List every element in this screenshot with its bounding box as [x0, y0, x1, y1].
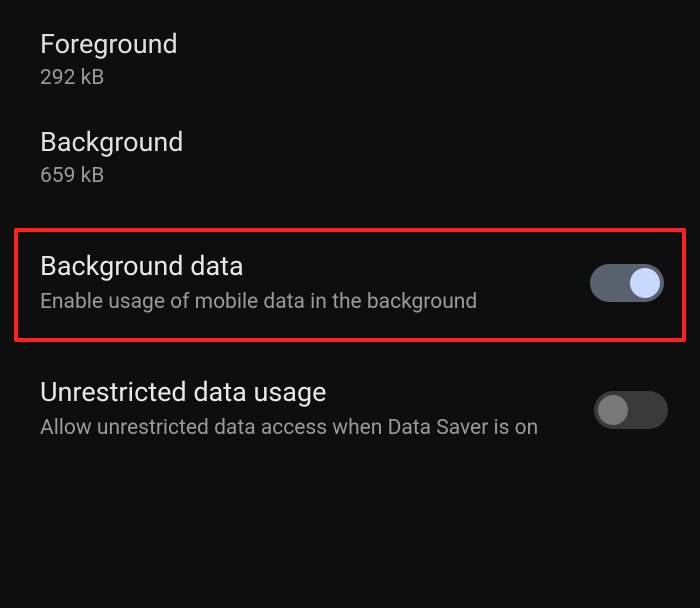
unrestricted-data-title: Unrestricted data usage	[40, 376, 574, 408]
background-stat: Background 659 kB	[0, 118, 700, 216]
settings-list: Foreground 292 kB Background 659 kB Back…	[0, 0, 700, 483]
background-data-text: Background data Enable usage of mobile d…	[40, 250, 590, 316]
background-data-title: Background data	[40, 250, 570, 282]
background-value: 659 kB	[40, 164, 660, 188]
background-label: Background	[40, 126, 660, 158]
unrestricted-data-setting[interactable]: Unrestricted data usage Allow unrestrict…	[0, 356, 700, 462]
unrestricted-data-toggle[interactable]	[594, 391, 668, 429]
toggle-thumb	[598, 395, 628, 425]
background-data-setting[interactable]: Background data Enable usage of mobile d…	[14, 228, 686, 342]
foreground-stat: Foreground 292 kB	[0, 20, 700, 118]
background-data-toggle[interactable]	[590, 264, 664, 302]
background-data-subtitle: Enable usage of mobile data in the backg…	[40, 288, 570, 316]
foreground-value: 292 kB	[40, 66, 660, 90]
toggle-thumb	[630, 268, 660, 298]
foreground-label: Foreground	[40, 28, 660, 60]
unrestricted-data-text: Unrestricted data usage Allow unrestrict…	[40, 376, 594, 442]
unrestricted-data-subtitle: Allow unrestricted data access when Data…	[40, 414, 574, 442]
